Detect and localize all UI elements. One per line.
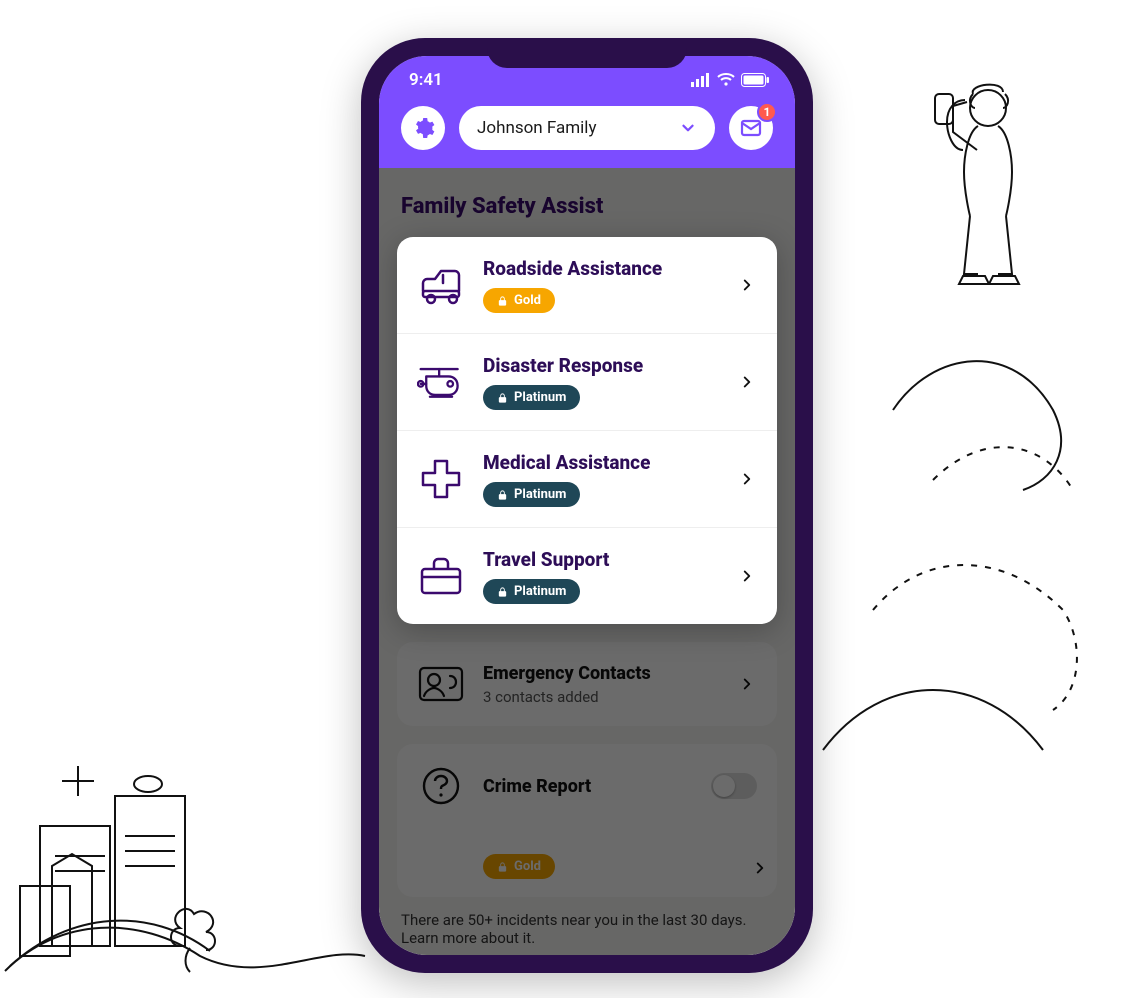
crime-report-card[interactable]: Crime Report Gold xyxy=(397,744,777,897)
emergency-contacts-card[interactable]: Emergency Contacts 3 contacts added xyxy=(397,642,777,726)
mail-icon xyxy=(739,116,763,140)
decoration-city xyxy=(0,656,370,976)
question-icon xyxy=(417,762,465,810)
phone-device: 9:41 Johnson Family 1 xyxy=(361,38,813,973)
chevron-right-icon xyxy=(737,276,757,294)
topbar: 9:41 Johnson Family 1 xyxy=(379,56,795,168)
incidents-note[interactable]: There are 50+ incidents near you in the … xyxy=(397,911,777,947)
lock-icon xyxy=(497,861,508,873)
decoration-hiker xyxy=(783,50,1123,770)
lock-icon xyxy=(497,392,508,404)
crime-report-title: Crime Report xyxy=(483,776,693,797)
contacts-icon xyxy=(417,660,465,708)
chevron-right-icon xyxy=(737,567,757,585)
cellular-icon xyxy=(691,73,711,87)
assist-item-medical[interactable]: Medical Assistance Platinum xyxy=(397,431,777,528)
lock-icon xyxy=(497,489,508,501)
travel-icon xyxy=(417,552,465,600)
medical-icon xyxy=(417,455,465,503)
battery-icon xyxy=(741,73,769,87)
emergency-contacts-subtitle: 3 contacts added xyxy=(483,688,719,706)
status-icons xyxy=(691,73,769,87)
tier-label: Gold xyxy=(514,859,541,874)
assist-item-disaster[interactable]: Disaster Response Platinum xyxy=(397,334,777,431)
tier-badge-gold: Gold xyxy=(483,854,555,879)
tier-badge-platinum: Platinum xyxy=(483,385,580,410)
chevron-down-icon xyxy=(679,119,697,137)
emergency-contacts-title: Emergency Contacts xyxy=(483,663,719,684)
lock-icon xyxy=(497,586,508,598)
settings-button[interactable] xyxy=(401,106,445,150)
content-wrap: Family Safety Assist Roadside Assistance… xyxy=(379,168,795,955)
assist-title: Disaster Response xyxy=(483,354,719,377)
family-selector-label: Johnson Family xyxy=(477,118,596,138)
tier-label: Platinum xyxy=(514,584,566,599)
tier-label: Platinum xyxy=(514,487,566,502)
car-icon xyxy=(417,261,465,309)
status-time: 9:41 xyxy=(409,70,443,90)
heli-icon xyxy=(417,358,465,406)
page-title: Family Safety Assist xyxy=(401,194,777,219)
crime-report-toggle[interactable] xyxy=(711,773,757,799)
gear-icon xyxy=(411,116,435,140)
assist-item-roadside[interactable]: Roadside Assistance Gold xyxy=(397,237,777,334)
chevron-right-icon xyxy=(751,859,769,877)
chevron-right-icon xyxy=(737,675,757,693)
lock-icon xyxy=(497,295,508,307)
inbox-badge: 1 xyxy=(757,102,777,122)
tier-label: Platinum xyxy=(514,390,566,405)
header-row: Johnson Family 1 xyxy=(379,96,795,168)
phone-screen: 9:41 Johnson Family 1 xyxy=(379,56,795,955)
tier-badge-platinum: Platinum xyxy=(483,579,580,604)
family-selector[interactable]: Johnson Family xyxy=(459,106,715,150)
tier-label: Gold xyxy=(514,293,541,308)
chevron-right-icon xyxy=(737,373,757,391)
assist-title: Medical Assistance xyxy=(483,451,719,474)
wifi-icon xyxy=(717,73,735,87)
phone-notch xyxy=(487,38,687,68)
chevron-right-icon xyxy=(737,470,757,488)
assist-item-travel[interactable]: Travel Support Platinum xyxy=(397,528,777,624)
content: Family Safety Assist Roadside Assistance… xyxy=(379,168,795,955)
status-bar: 9:41 xyxy=(379,64,795,96)
assist-card: Roadside Assistance Gold xyxy=(397,237,777,624)
inbox-button[interactable]: 1 xyxy=(729,106,773,150)
tier-badge-gold: Gold xyxy=(483,288,555,313)
tier-badge-platinum: Platinum xyxy=(483,482,580,507)
assist-title: Roadside Assistance xyxy=(483,257,719,280)
assist-title: Travel Support xyxy=(483,548,719,571)
